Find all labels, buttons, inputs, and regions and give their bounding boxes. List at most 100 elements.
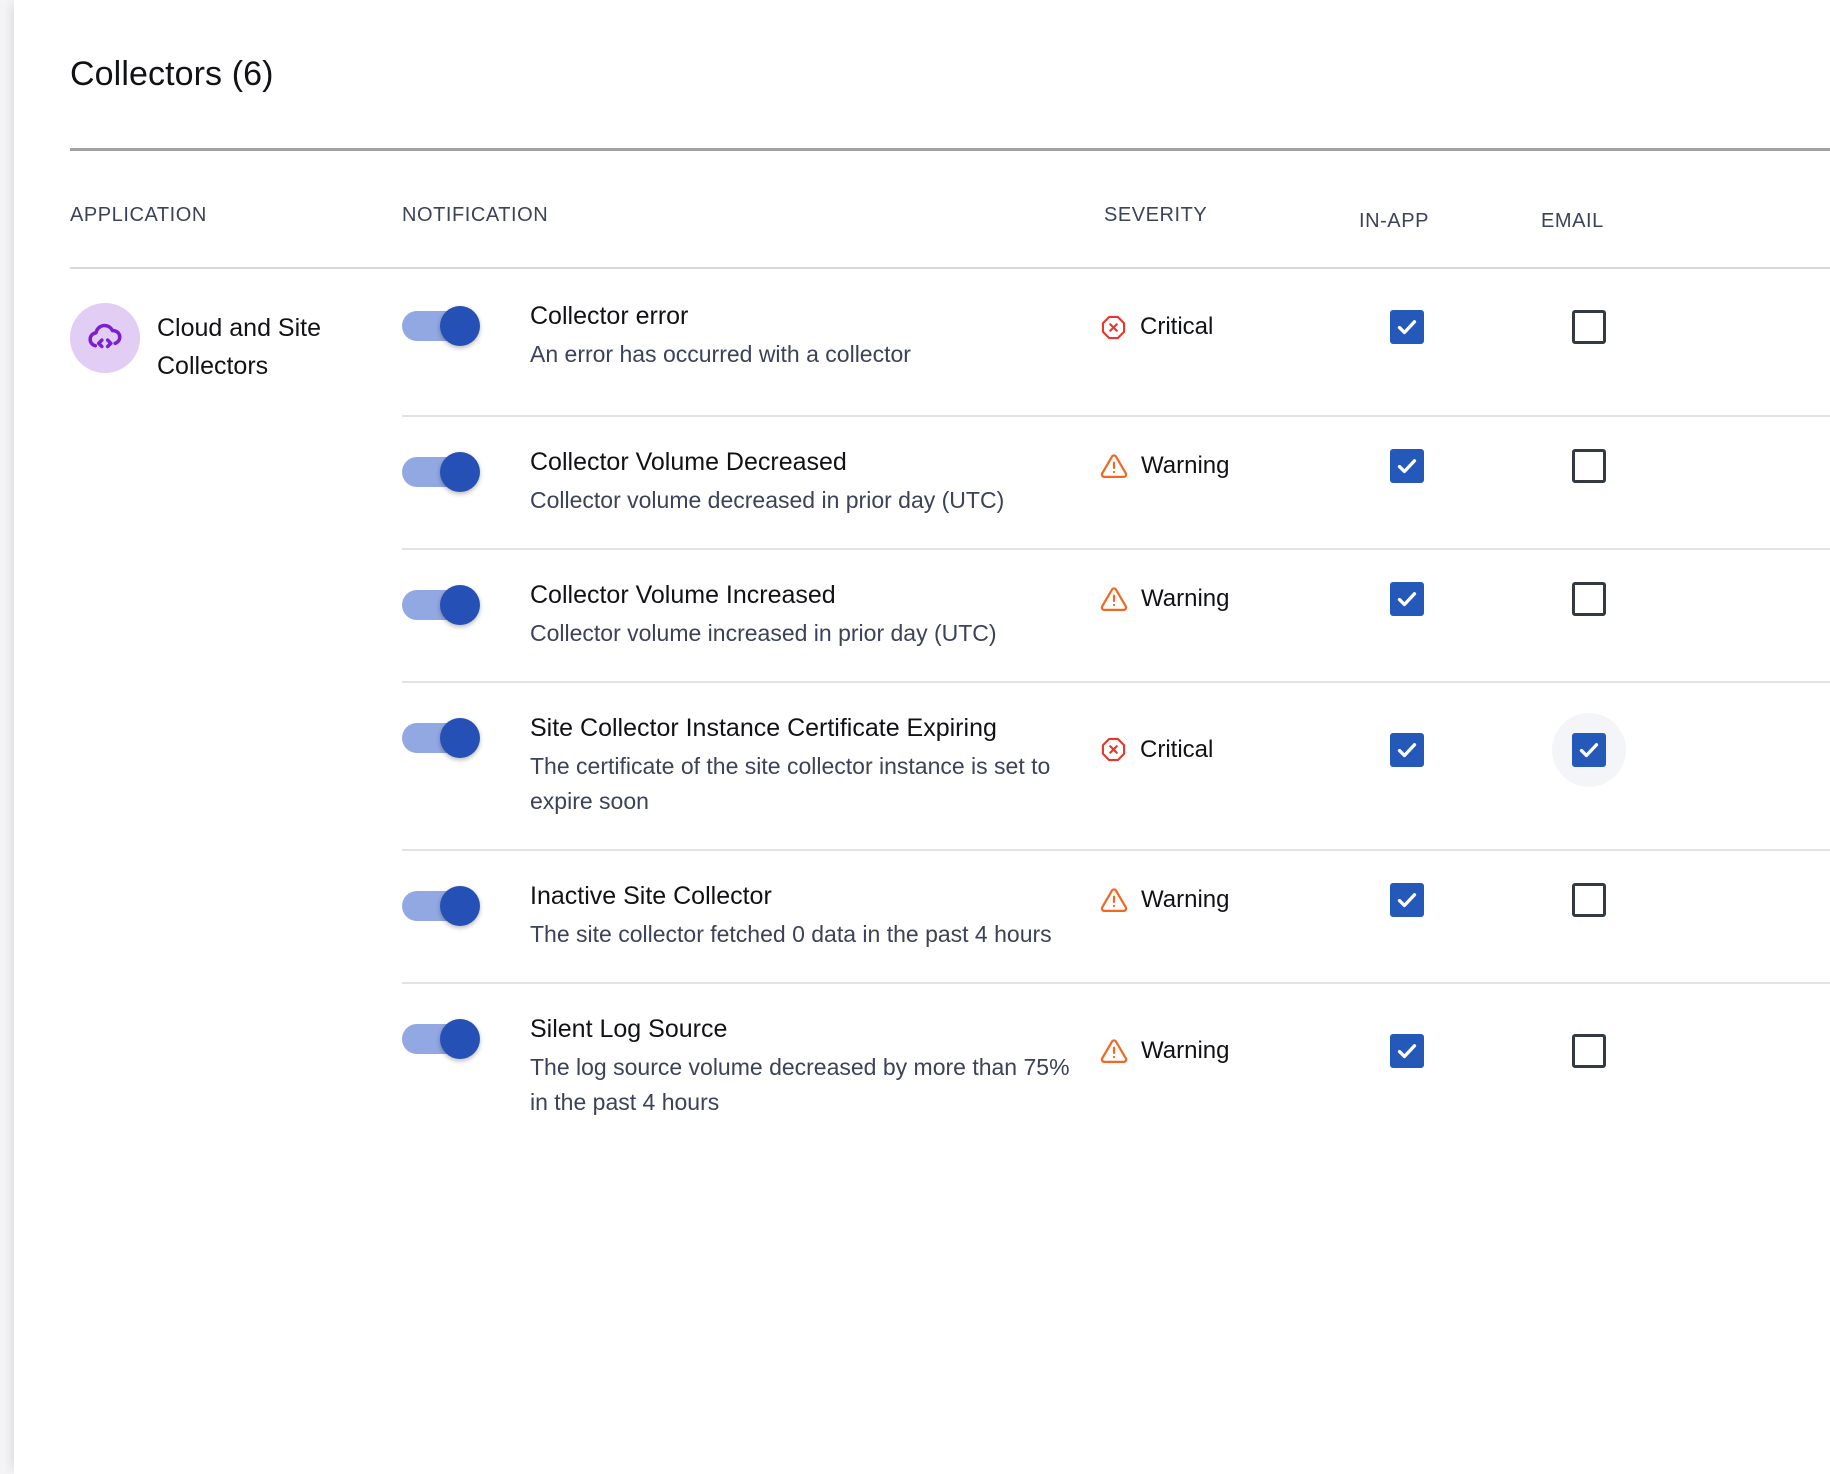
table-row: Collector Volume Increased Collector vol…	[14, 547, 1830, 681]
email-checkbox[interactable]	[1572, 1033, 1606, 1068]
email-checkbox[interactable]	[1572, 582, 1606, 617]
table-row: Cloud and Site Collectors Collector erro…	[14, 269, 1830, 415]
notification-enable-toggle[interactable]	[402, 584, 480, 625]
in-app-checkbox-target[interactable]	[1370, 290, 1444, 364]
check-icon	[1579, 743, 1599, 758]
notification-description: An error has occurred with a collector	[530, 341, 911, 367]
in-app-checkbox[interactable]	[1390, 883, 1424, 918]
severity-cell: Critical	[1100, 313, 1350, 341]
table-row: Silent Log Source The log source volume …	[14, 981, 1830, 1150]
row-divider	[402, 415, 1830, 417]
in-app-checkbox[interactable]	[1390, 449, 1424, 484]
email-cell	[1532, 429, 1714, 503]
toggle-cell	[402, 681, 530, 758]
table-row: Site Collector Instance Certificate Expi…	[14, 680, 1830, 849]
toggle-thumb	[440, 885, 480, 926]
toggle-thumb	[440, 1018, 480, 1059]
in-app-checkbox[interactable]	[1390, 582, 1424, 617]
notification-enable-toggle[interactable]	[402, 452, 480, 492]
toggle-thumb	[440, 717, 480, 758]
notification-title: Site Collector Instance Certificate Expi…	[530, 713, 997, 742]
in-app-checkbox-target[interactable]	[1370, 562, 1444, 636]
notification-title: Collector error	[530, 302, 689, 330]
notification-cell: Inactive Site Collector The site collect…	[530, 849, 1100, 952]
notification-enable-toggle[interactable]	[402, 1018, 480, 1059]
notification-title: Collector Volume Decreased	[530, 448, 847, 476]
triangle-alert-icon	[1100, 1039, 1128, 1063]
check-icon	[1397, 1043, 1417, 1058]
in-app-cell	[1350, 429, 1532, 503]
check-icon	[1397, 459, 1417, 474]
notification-description: The log source volume decreased by more …	[530, 1053, 1070, 1115]
severity-cell: Warning	[1100, 452, 1350, 480]
table-row: Collector Volume Decreased Collector vol…	[14, 415, 1830, 548]
triangle-alert-icon	[1100, 888, 1128, 913]
in-app-checkbox[interactable]	[1390, 310, 1424, 344]
notification-title: Inactive Site Collector	[530, 881, 772, 910]
cloud-code-icon	[88, 323, 122, 349]
severity-cell: Warning	[1100, 886, 1350, 914]
email-cell	[1532, 863, 1714, 937]
column-header-application: APPLICATION	[70, 204, 207, 226]
toggle-thumb	[440, 306, 480, 346]
avatar	[70, 303, 140, 373]
email-checkbox-target[interactable]	[1552, 290, 1626, 364]
table-column-headers: APPLICATION NOTIFICATION SEVERITY IN-APP…	[14, 200, 1830, 236]
toggle-thumb	[440, 584, 480, 625]
severity-cell: Warning	[1100, 1037, 1350, 1065]
triangle-alert-icon	[1100, 587, 1128, 612]
in-app-cell	[1350, 562, 1532, 636]
email-cell	[1532, 290, 1714, 364]
email-checkbox-target[interactable]	[1552, 863, 1626, 937]
page-title-container: Collectors (6)	[70, 54, 970, 95]
in-app-cell	[1350, 290, 1532, 364]
email-checkbox-target[interactable]	[1552, 712, 1626, 787]
severity-cell: Warning	[1100, 585, 1350, 613]
severity-label: Warning	[1141, 585, 1230, 613]
in-app-checkbox-target[interactable]	[1370, 429, 1444, 503]
email-checkbox[interactable]	[1572, 449, 1606, 484]
row-divider	[402, 547, 1830, 550]
email-checkbox-target[interactable]	[1552, 562, 1626, 636]
in-app-cell	[1350, 1014, 1532, 1088]
toggle-cell	[402, 849, 530, 926]
notification-enable-toggle[interactable]	[402, 717, 480, 758]
notification-cell: Collector Volume Decreased Collector vol…	[530, 415, 1100, 518]
email-checkbox[interactable]	[1572, 883, 1606, 918]
severity-label: Critical	[1140, 313, 1214, 340]
toggle-cell	[402, 415, 530, 492]
check-icon	[1397, 743, 1417, 758]
severity-cell: Critical	[1100, 736, 1350, 764]
application-cell: Cloud and Site Collectors	[14, 269, 402, 385]
collectors-settings-panel: Collectors (6) APPLICATION NOTIFICATION …	[14, 0, 1830, 1474]
email-checkbox[interactable]	[1572, 310, 1606, 344]
page-title: Collectors (6)	[70, 55, 274, 93]
in-app-checkbox[interactable]	[1390, 732, 1424, 767]
column-header-severity: SEVERITY	[1104, 204, 1208, 226]
in-app-checkbox-target[interactable]	[1370, 713, 1444, 787]
notification-title: Silent Log Source	[530, 1014, 728, 1043]
toggle-thumb	[440, 452, 480, 492]
title-divider	[70, 148, 1830, 151]
notification-title: Collector Volume Increased	[530, 580, 836, 609]
email-checkbox-target[interactable]	[1552, 1014, 1626, 1088]
email-checkbox-target[interactable]	[1552, 429, 1626, 503]
notification-enable-toggle[interactable]	[402, 306, 480, 346]
severity-label: Warning	[1141, 1036, 1230, 1064]
row-divider	[402, 680, 1830, 683]
notification-enable-toggle[interactable]	[402, 885, 480, 926]
email-cell	[1532, 562, 1714, 636]
in-app-checkbox-target[interactable]	[1370, 863, 1444, 937]
in-app-cell	[1350, 713, 1532, 787]
severity-label: Warning	[1141, 452, 1230, 480]
notification-description: The site collector fetched 0 data in the…	[530, 920, 1052, 947]
severity-label: Warning	[1141, 886, 1230, 914]
in-app-checkbox-target[interactable]	[1370, 1014, 1444, 1088]
in-app-checkbox[interactable]	[1390, 1033, 1424, 1068]
toggle-cell	[402, 548, 530, 625]
notification-description: Collector volume increased in prior day …	[530, 619, 997, 646]
email-checkbox[interactable]	[1572, 732, 1606, 767]
toggle-cell	[402, 269, 530, 346]
notification-cell: Silent Log Source The log source volume …	[530, 982, 1100, 1120]
check-icon	[1397, 592, 1417, 607]
